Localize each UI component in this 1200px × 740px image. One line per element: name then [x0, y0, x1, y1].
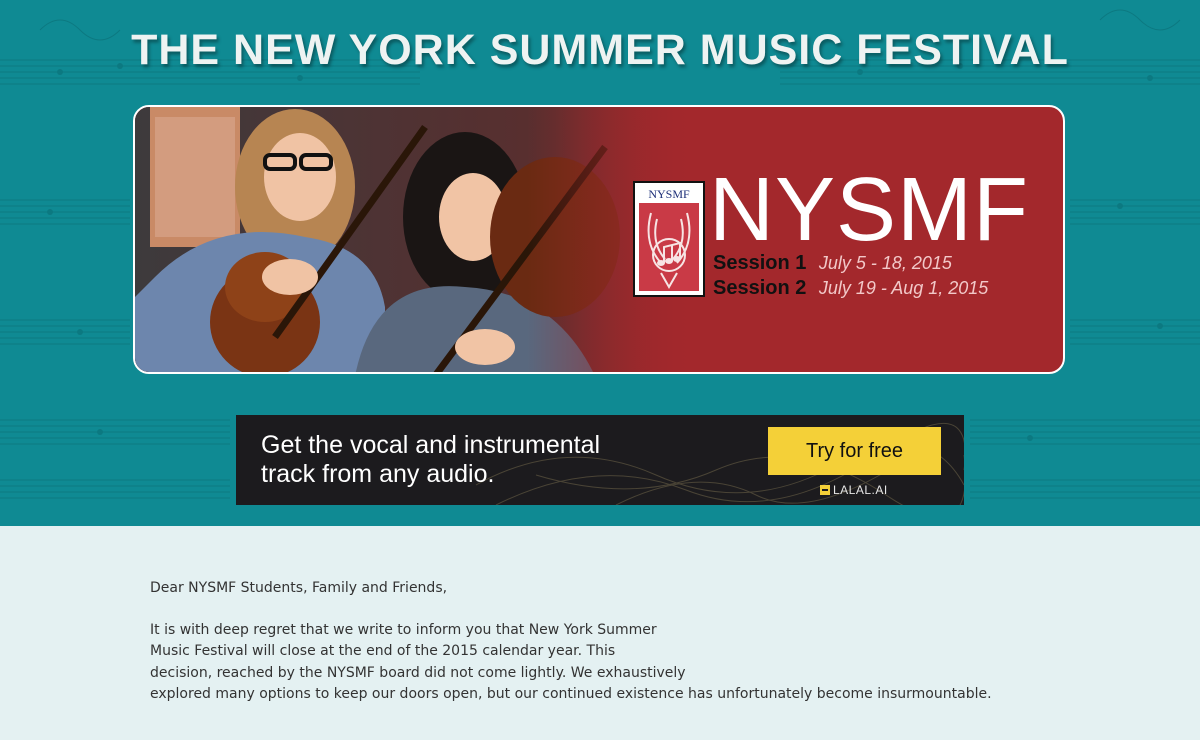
letter-line: It is with deep regret that we write to …: [150, 621, 657, 638]
hero-section: THE NEW YORK SUMMER MUSIC FESTIVAL NYSMF…: [0, 0, 1200, 526]
session-2-row: Session 2 July 19 - Aug 1, 2015: [713, 277, 988, 300]
session-dates: July 5 - 18, 2015: [818, 253, 952, 273]
letter-paragraph: It is with deep regret that we write to …: [150, 620, 1050, 706]
banner-festival-name: NYSMF: [709, 160, 1029, 260]
letter-line: Music Festival will close at the end of …: [150, 643, 616, 659]
festival-banner[interactable]: NYSMF NYSMF Session 1 July 5 - 18, 2015 …: [133, 105, 1065, 374]
ad-headline-line: Get the vocal and instrumental: [261, 431, 601, 459]
students-cello-photo: [135, 107, 695, 372]
lalal-logo-icon: [820, 485, 830, 495]
lalal-ad-banner[interactable]: Get the vocal and instrumental track fro…: [236, 415, 964, 505]
session-label: Session 2: [713, 277, 807, 299]
closure-letter: Dear NYSMF Students, Family and Friends,…: [150, 578, 1050, 706]
letter-line: explored many options to keep our doors …: [150, 686, 992, 702]
letter-line: decision, reached by the NYSMF board did…: [150, 664, 686, 681]
session-label: Session 1: [713, 252, 807, 274]
try-for-free-button[interactable]: Try for free: [768, 427, 941, 475]
site-title: THE NEW YORK SUMMER MUSIC FESTIVAL: [131, 26, 1069, 74]
ad-brand-name: LALAL.AI: [833, 483, 888, 497]
nysmf-logo: NYSMF: [633, 181, 705, 297]
music-note-emblem-icon: [639, 203, 699, 291]
ad-headline-line: track from any audio.: [261, 460, 495, 488]
session-dates: July 19 - Aug 1, 2015: [818, 278, 989, 298]
session-1-row: Session 1 July 5 - 18, 2015: [713, 252, 952, 275]
ad-brand-logo[interactable]: LALAL.AI: [820, 483, 888, 497]
letter-greeting: Dear NYSMF Students, Family and Friends,: [150, 580, 448, 596]
logo-wordmark: NYSMF: [648, 187, 690, 201]
ad-headline: Get the vocal and instrumental track fro…: [261, 431, 681, 489]
